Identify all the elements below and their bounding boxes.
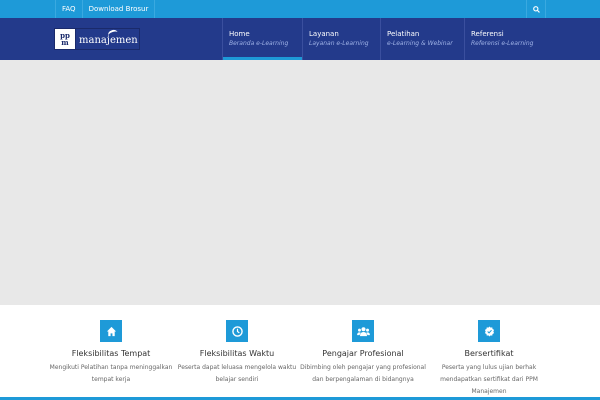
feature-fleksibilitas-tempat: Fleksibilitas Tempat Mengikuti Pelatihan… [46, 320, 176, 386]
logo-word: manajemen [76, 28, 139, 49]
ppm-logo[interactable]: pp m manajemen [54, 28, 140, 50]
clock-icon [231, 325, 243, 337]
download-brosur-link[interactable]: Download Brosur [83, 0, 156, 18]
main-nav: Home Beranda e-Learning Layanan Layanan … [222, 18, 554, 60]
feature-icon-box [478, 320, 500, 342]
feature-icon-box [100, 320, 122, 342]
features-section: Fleksibilitas Tempat Mengikuti Pelatihan… [0, 305, 600, 400]
nav-item-subtitle: Layanan e-Learning [309, 40, 369, 47]
search-button[interactable] [526, 0, 546, 18]
feature-desc: Peserta dapat leluasa mengelola waktu be… [177, 364, 297, 383]
nav-item-title: Referensi [471, 30, 504, 38]
feature-title: Pengajar Profesional [322, 349, 404, 358]
feature-title: Fleksibilitas Tempat [71, 349, 151, 358]
feature-icon-box [352, 320, 374, 342]
feature-bersertifikat: Bersertifikat Peserta yang lulus ujian b… [424, 320, 554, 398]
feature-fleksibilitas-waktu: Fleksibilitas Waktu Peserta dapat leluas… [172, 320, 302, 386]
logo-letters-bottom: m [61, 38, 69, 47]
top-links: FAQ Download Brosur [55, 0, 156, 18]
feature-title: Fleksibilitas Waktu [199, 349, 275, 358]
nav-item-subtitle: e-Learning & Webinar [387, 40, 453, 47]
feature-desc: Mengikuti Pelatihan tanpa meninggalkan t… [49, 364, 173, 383]
nav-item-subtitle: Beranda e-Learning [229, 40, 289, 47]
search-icon [532, 5, 540, 13]
users-icon [356, 326, 370, 336]
logo-box: pp m [55, 29, 76, 49]
nav-item-title: Pelatihan [387, 30, 420, 38]
top-bar: FAQ Download Brosur [0, 0, 600, 18]
feature-desc: Peserta yang lulus ujian berhak mendapat… [440, 364, 538, 395]
nav-item-home[interactable]: Home Beranda e-Learning [222, 18, 302, 60]
nav-item-referensi[interactable]: Referensi Referensi e-Learning [464, 18, 554, 60]
certificate-icon [484, 325, 494, 337]
feature-desc: Dibimbing oleh pengajar yang profesional… [300, 364, 426, 383]
faq-link[interactable]: FAQ [55, 0, 83, 18]
feature-pengajar-profesional: Pengajar Profesional Dibimbing oleh peng… [298, 320, 428, 386]
feature-title: Bersertifikat [464, 349, 514, 358]
feature-icon-box [226, 320, 248, 342]
nav-item-title: Layanan [309, 30, 339, 38]
nav-item-subtitle: Referensi e-Learning [471, 40, 534, 47]
home-icon [106, 326, 116, 336]
nav-item-layanan[interactable]: Layanan Layanan e-Learning [302, 18, 380, 60]
nav-item-title: Home [229, 30, 250, 38]
hero-banner [0, 60, 600, 305]
nav-item-pelatihan[interactable]: Pelatihan e-Learning & Webinar [380, 18, 464, 60]
